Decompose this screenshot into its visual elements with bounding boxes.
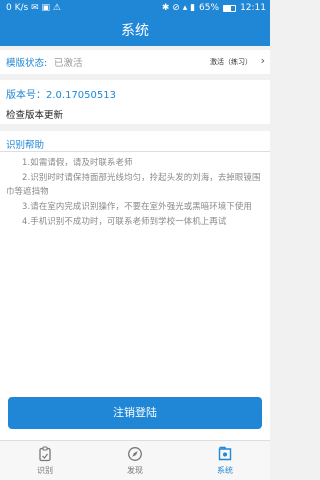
divider (0, 151, 270, 152)
help-list: 1.如需请假，请及时联系老师 2.识别时时请保持面部光线均匀，拎起头发的刘海，去… (6, 155, 264, 229)
tab-discover[interactable]: 发现 (90, 441, 180, 480)
tab-label: 发现 (127, 466, 143, 475)
recognize-icon (39, 446, 51, 462)
activation-mode: 激活（练习） (210, 58, 252, 66)
help-item: 4.手机识别不成功时，可联系老师到学校一体机上再试 (22, 215, 227, 226)
version-number: 版本号：2.0.17050513 (6, 90, 116, 101)
clock: 12:11 (240, 3, 266, 13)
template-status-label: 模版状态: (6, 58, 48, 69)
page-title: 系统 (0, 17, 270, 46)
status-bar: 0 K/s ✉ ▣ ⚠ ✱ ⊘ ▴ ▮ 65% 12:11 (0, 0, 270, 17)
chevron-right-icon: › (260, 54, 265, 67)
tab-label: 识别 (37, 466, 53, 475)
tab-recognize[interactable]: 识别 (0, 441, 90, 480)
battery-percent: 65% (199, 3, 220, 13)
version-card: 版本号：2.0.17050513 检查版本更新 (0, 80, 270, 124)
discover-icon (128, 447, 142, 461)
template-status-value: 已激活 (54, 58, 83, 69)
signal-icons: ✱ ⊘ ▴ ▮ (161, 3, 196, 13)
help-item: 1.如需请假，请及时联系老师 (22, 157, 133, 167)
template-status-row[interactable]: 模版状态: 已激活 激活（练习） › (0, 50, 270, 74)
status-right: ✱ ⊘ ▴ ▮ 65% 12:11 (162, 3, 266, 13)
bottom-tab-bar: 识别 发现 系统 (0, 440, 270, 480)
help-title: 识别帮助 (6, 140, 45, 151)
logout-button[interactable]: 注销登陆 (8, 397, 262, 429)
check-update-link[interactable]: 检查版本更新 (6, 107, 63, 121)
help-item: 2.识别时时请保持面部光线均匀，拎起头发的刘海，去掉眼镜围巾等遮挡物 (6, 171, 261, 197)
tab-label: 系统 (217, 466, 233, 475)
help-item: 3.请在室内完成识别操作，不要在室外强光或黑暗环境下使用 (22, 201, 252, 212)
system-icon (218, 446, 232, 461)
battery-icon (223, 4, 237, 12)
tab-system[interactable]: 系统 (180, 441, 270, 480)
status-left: 0 K/s ✉ ▣ ⚠ (6, 3, 61, 13)
